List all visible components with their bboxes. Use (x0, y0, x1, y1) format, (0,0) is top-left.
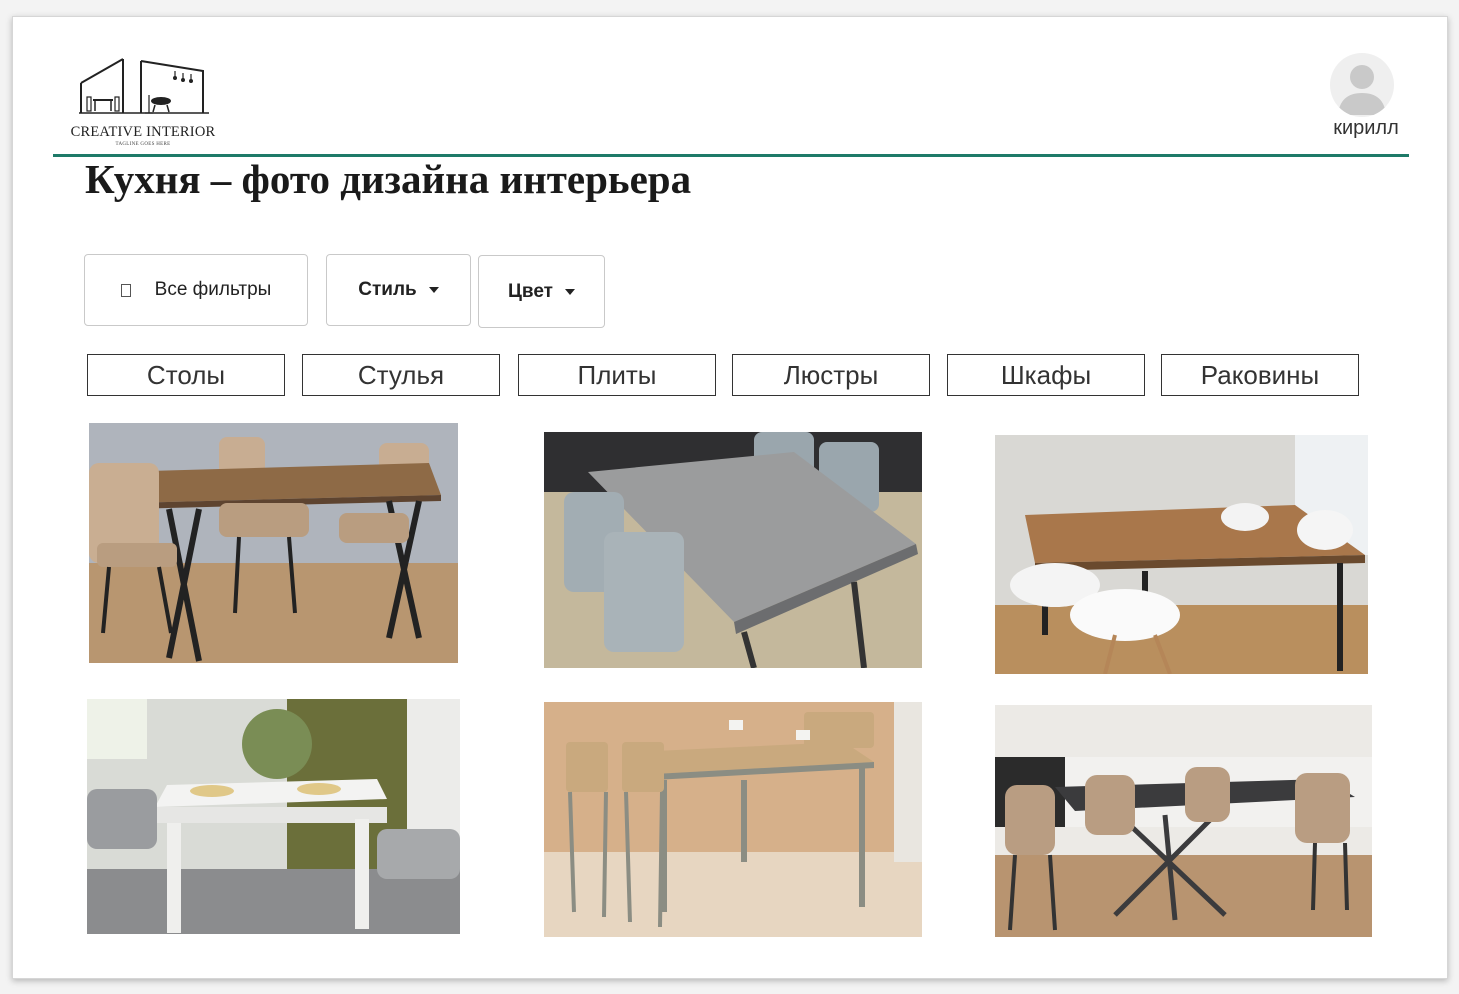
all-filters-label: Все фильтры (154, 279, 272, 300)
category-chairs-button[interactable]: Стулья (302, 354, 500, 396)
logo-house-icon (79, 58, 209, 114)
dining-set-image (87, 699, 460, 934)
dining-set-image (89, 423, 458, 663)
category-chandeliers-button[interactable]: Люстры (732, 354, 930, 396)
logo-tagline: TAGLINE GOES HERE (115, 142, 171, 147)
user-silhouette-icon (1338, 65, 1386, 115)
category-sinks-button[interactable]: Раковины (1161, 354, 1359, 396)
gallery-photo[interactable] (87, 699, 460, 934)
dining-set-image (544, 702, 922, 937)
style-filter-dropdown[interactable]: Стиль (326, 254, 471, 326)
dining-set-image (995, 435, 1368, 674)
user-avatar[interactable] (1330, 53, 1394, 117)
dining-set-image (995, 705, 1372, 937)
chevron-down-icon (564, 288, 575, 295)
color-filter-dropdown[interactable]: Цвет (478, 255, 605, 328)
gallery-photo[interactable] (544, 702, 922, 937)
all-filters-button[interactable]: Все фильтры (84, 254, 308, 326)
category-cabinets-button[interactable]: Шкафы (947, 354, 1145, 396)
category-stoves-button[interactable]: Плиты (518, 354, 716, 396)
logo-text: CREATIVE INTERIOR (70, 124, 216, 140)
username[interactable]: кирилл (1313, 117, 1419, 140)
gallery-photo[interactable] (995, 435, 1368, 674)
gallery-photo[interactable] (544, 432, 922, 668)
color-filter-label: Цвет (508, 280, 553, 302)
dining-set-image (544, 432, 922, 668)
page-title: Кухня – фото дизайна интерьера (85, 156, 692, 202)
page-frame: CREATIVE INTERIOR TAGLINE GOES HERE кири… (12, 16, 1448, 979)
checkbox-icon (120, 283, 131, 297)
category-tables-button[interactable]: Столы (87, 354, 285, 396)
chevron-down-icon (428, 287, 439, 293)
style-filter-label: Стиль (358, 279, 417, 300)
logo[interactable]: CREATIVE INTERIOR TAGLINE GOES HERE (53, 57, 233, 151)
gallery-photo[interactable] (995, 705, 1372, 937)
gallery-photo[interactable] (89, 423, 458, 663)
